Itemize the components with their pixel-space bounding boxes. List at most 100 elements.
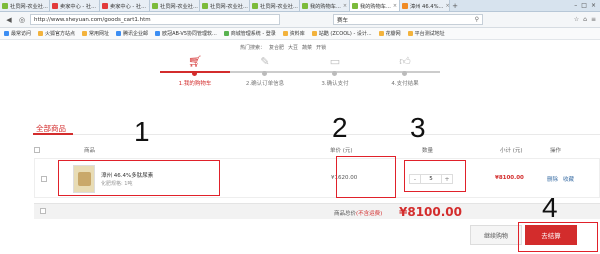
total-label: 商品总价 [334,211,357,217]
tab-label: 社员网-农业社... [210,3,248,10]
site-favicon-icon [202,3,208,9]
annotation-number: 3 [410,112,426,143]
annotation-number: 4 [542,192,558,223]
bookmark-item[interactable]: 站酷 (ZCOOL) - 设计... [311,30,372,37]
annotation-number: 2 [332,112,348,143]
minimize-icon[interactable]: – [574,2,577,9]
bookmark-icon [311,31,317,36]
step-dot [262,71,267,76]
hot-search-link[interactable]: 复合肥 [269,44,284,51]
search-icon[interactable]: ⚲ [475,16,479,23]
browser-tab[interactable]: 卖家中心 - 社...× [100,0,150,11]
row-subtotal: ¥8100.00 [495,175,524,181]
bookmark-item[interactable]: 欧冠AB-V5协同管理软... [155,30,217,37]
annotation-box-quantity [404,160,466,192]
header-quantity: 数量 [422,148,434,154]
hot-search-link[interactable]: 蔬菜 [302,44,312,51]
new-tab-icon[interactable]: + [450,0,460,11]
item-checkbox[interactable] [41,176,47,182]
step-label: 1.我的购物车 [178,81,212,87]
search-input[interactable]: 赛车 ⚲ [333,14,483,25]
header-unit-price: 单价 (元) [330,148,353,154]
menu-icon[interactable]: ≡ [591,16,596,23]
bookmark-item[interactable]: 平台测试地址 [407,30,445,37]
bookmark-label: 欧冠AB-V5协同管理软... [162,31,217,37]
star-icon[interactable]: ☆ [574,16,579,23]
header-subtotal: 小计 (元) [500,148,523,154]
bookmark-label: 站酷 (ZCOOL) - 设计... [318,31,372,37]
select-all-checkbox-bottom[interactable] [40,208,46,214]
tab-label: 漳州 46.4%... [410,3,444,10]
wallet-icon: ▭ [329,54,341,68]
close-window-icon[interactable]: × [591,2,596,9]
cart-totals: 商品总价 (不含运费) ¥8100.00 [34,203,600,219]
browser-tab[interactable]: 社员网-农业社...× [150,0,200,11]
tab-label: 我的购物车... [360,3,391,10]
tab-label: 社员网-农业社... [10,3,48,10]
bookmark-icon [378,31,384,36]
browser-tab[interactable]: 我的购物车... × [300,0,350,11]
tab-label: 卖家中心 - 社... [110,3,147,10]
tab-label: 我的购物车... [310,3,341,10]
continue-shopping-button[interactable]: 继续购物 [470,225,522,245]
browser-tab[interactable]: 社员网-农业社...× [250,0,300,11]
bookmark-label: 平台测试地址 [414,31,445,37]
maximize-icon[interactable]: □ [581,2,587,9]
bookmark-item[interactable]: 火狐官方站点 [38,30,75,37]
section-divider-accent [33,133,73,135]
bookmark-item[interactable]: 花瓣网 [378,30,401,37]
step-dot [192,71,197,76]
home-icon[interactable]: ⌂ [583,16,587,23]
hot-search-link[interactable]: 大豆 [288,44,298,51]
bookmark-item[interactable]: 资料库 [282,30,305,37]
site-favicon-icon [102,3,108,9]
total-amount: ¥8100.00 [399,205,463,219]
row-actions: 删除 收藏 [547,175,574,183]
search-value: 赛车 [337,17,349,24]
annotation-box-price [336,156,396,198]
close-tab-icon[interactable]: × [343,3,347,9]
hot-search-label: 热门搜索： [240,45,266,51]
step-label: 2.确认订单信息 [245,81,285,87]
back-icon[interactable]: ◀ [4,15,14,25]
select-all-checkbox[interactable] [34,147,40,153]
site-favicon-icon [252,3,258,9]
step-confirm-payment: ▭ 3.确认支付 [300,54,370,87]
bookmark-label: 资料库 [289,31,305,37]
bookmark-icon [223,31,229,36]
bookmark-icon [116,31,122,36]
shipping-note: (不含运费) [356,211,383,217]
bookmark-label: 火狐官方站点 [45,31,76,37]
browser-tab[interactable]: 社员网-农业社...× [0,0,50,11]
page-root: 社员网-农业社...× 卖家中心 - 社...× 卖家中心 - 社...× 社员… [0,0,600,254]
annotation-number: 1 [134,116,150,147]
step-dot [332,71,337,76]
browser-tab-active[interactable]: 我的购物车... × [350,0,400,11]
bookmark-item[interactable]: 腾讯企业邮 [116,30,148,37]
bookmark-item[interactable]: 商城管理系统 - 登录 [223,30,276,37]
bookmark-item[interactable]: 最常访问 [4,30,31,37]
globe-icon: ◎ [18,15,26,24]
close-tab-icon[interactable]: × [393,3,397,9]
pencil-icon: ✎ [260,54,270,68]
checkout-steps: 🛒︎ 1.我的购物车 ✎ 2.确认订单信息 ▭ 3.确认支付 👍︎ 4.支付结果 [160,54,460,94]
hot-search-link[interactable]: 开锁 [316,44,326,51]
bookmark-label: 腾讯企业邮 [123,31,149,37]
browser-tab[interactable]: 卖家中心 - 社...× [50,0,100,11]
site-favicon-icon [2,3,8,9]
step-payment-result: 👍︎ 4.支付结果 [370,54,440,87]
browser-tab[interactable]: 漳州 46.4%... × [400,0,450,11]
header-product: 商品 [84,148,96,154]
annotation-box-product [58,160,220,196]
site-favicon-icon [52,3,58,9]
site-favicon-icon [152,3,158,9]
delete-link[interactable]: 删除 [547,175,558,183]
header-actions: 操作 [550,148,562,154]
bookmark-item[interactable]: 常用网址 [82,30,109,37]
bookmark-icon [4,31,9,36]
url-field[interactable]: http://www.sheyuan.com/goods_cart1.htm [30,14,280,25]
favorite-link[interactable]: 收藏 [563,175,574,183]
thumbs-up-icon: 👍︎ [399,54,411,68]
window-controls: – □ × [570,0,600,11]
browser-tab[interactable]: 社员网-农业社...× [200,0,250,11]
